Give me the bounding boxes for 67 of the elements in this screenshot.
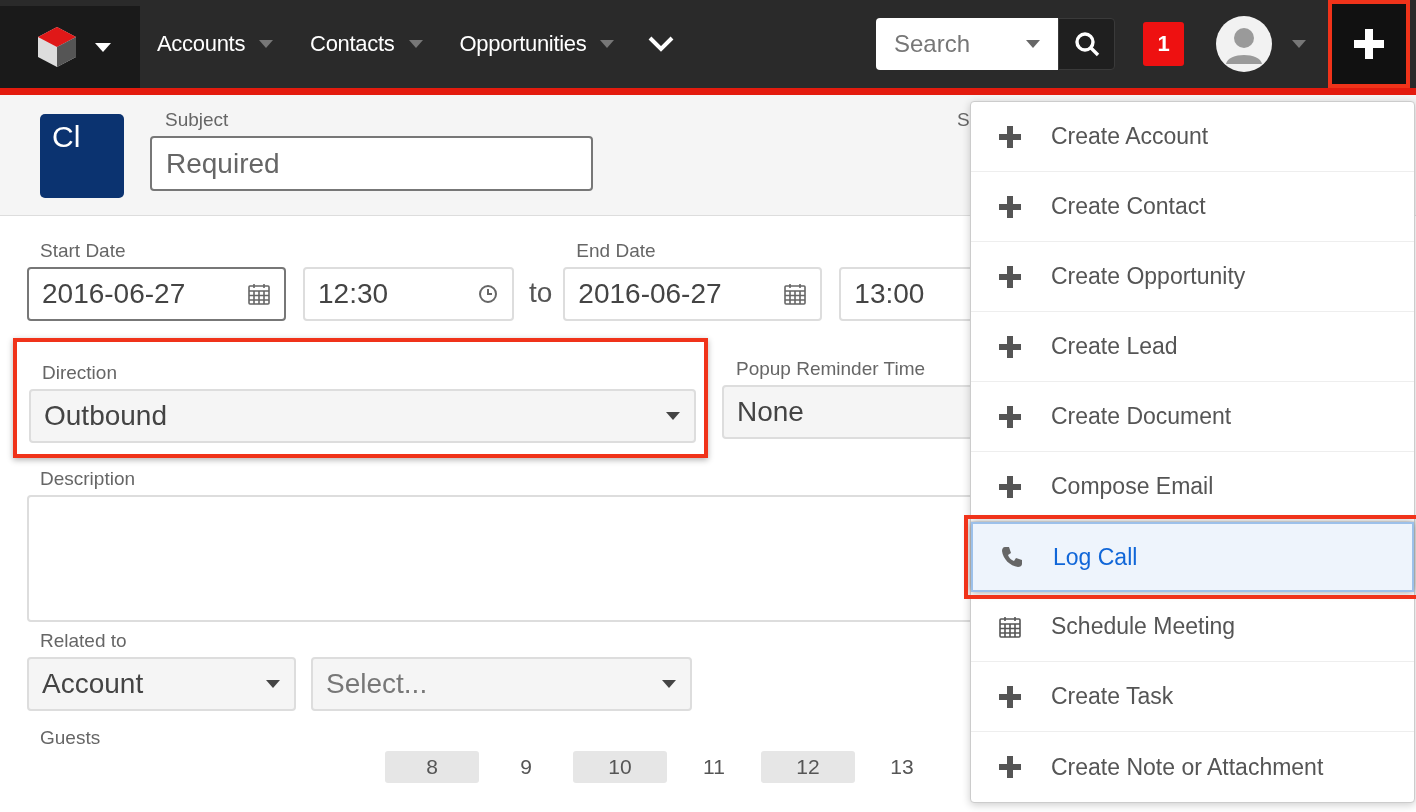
calendar-icon — [784, 283, 807, 305]
caret-icon — [666, 412, 680, 420]
field-label: S — [957, 109, 970, 132]
hour-cell-text: 13 — [889, 754, 915, 780]
field-label: Direction — [42, 362, 118, 385]
menu-item[interactable]: Create Contact — [971, 172, 1414, 242]
field-label: Description — [40, 468, 137, 491]
dropdown[interactable]: Account — [27, 657, 296, 711]
field-label: Start Date — [40, 240, 127, 263]
caret-icon — [95, 42, 111, 52]
field-label: Related to — [40, 630, 128, 653]
caret-icon — [1026, 40, 1040, 48]
plus-icon — [999, 125, 1021, 148]
cube-icon — [37, 26, 77, 68]
hour-cell: 12 — [761, 751, 855, 783]
notification-badge[interactable]: 1 — [1143, 22, 1184, 66]
add-button[interactable] — [1328, 0, 1410, 88]
date-field[interactable]: 2016-06-27 — [27, 267, 286, 321]
plus-icon — [999, 475, 1021, 498]
hour-cell: 8 — [385, 751, 479, 783]
field-label: Guests — [40, 727, 102, 750]
search-field[interactable]: Search — [876, 18, 1058, 70]
date-field[interactable]: 2016-06-27 — [563, 267, 823, 321]
search-button[interactable] — [1058, 18, 1115, 70]
avatar — [1216, 16, 1272, 72]
clock-icon — [478, 284, 498, 304]
calendar-icon — [248, 283, 270, 305]
phone-icon — [1001, 546, 1023, 568]
to-label: to — [529, 277, 553, 309]
hour-cell-text: 9 — [519, 754, 533, 780]
plus-icon — [1354, 29, 1384, 59]
caret-icon — [662, 680, 676, 688]
module-badge: Cl — [40, 114, 124, 198]
plus-icon — [999, 685, 1021, 708]
menu-item[interactable]: Create Lead — [971, 312, 1414, 382]
field-label: Popup Reminder Time — [736, 358, 927, 381]
caret-icon — [600, 40, 615, 48]
nav-link[interactable]: Accounts — [157, 31, 246, 57]
plus-icon — [999, 265, 1021, 288]
dropdown[interactable]: Outbound — [29, 389, 696, 443]
time-field[interactable]: 12:30 — [303, 267, 514, 321]
menu-item[interactable]: Create Note or Attachment — [971, 732, 1414, 802]
nav-link[interactable]: Contacts — [310, 31, 395, 57]
chevron-down-icon — [648, 36, 675, 52]
caret-icon — [1292, 40, 1306, 48]
caret-icon — [259, 40, 274, 48]
caret-icon — [266, 680, 280, 688]
field-label: Subject — [165, 109, 230, 132]
search-icon — [1073, 31, 1100, 57]
nav-link[interactable]: Opportunities — [459, 31, 587, 57]
plus-icon — [999, 195, 1021, 218]
plus-icon — [999, 756, 1021, 778]
plus-icon — [999, 335, 1021, 358]
hour-cell: 10 — [573, 751, 667, 783]
menu-item[interactable]: Create Account — [971, 102, 1414, 172]
logo-menu[interactable] — [0, 6, 140, 88]
plus-icon — [999, 405, 1021, 428]
caret-icon — [408, 40, 423, 48]
menu-item[interactable]: Create Opportunity — [971, 242, 1414, 312]
subject-field[interactable]: Required — [150, 136, 593, 191]
calendar-icon — [999, 615, 1021, 638]
menu-item[interactable]: Schedule Meeting — [971, 592, 1414, 662]
menu-item[interactable]: Create Document — [971, 382, 1414, 452]
dropdown[interactable]: Select... — [311, 657, 692, 711]
field-label: End Date — [576, 240, 657, 263]
menu-item[interactable]: Create Task — [971, 662, 1414, 732]
hour-cell-text: 11 — [702, 754, 726, 780]
